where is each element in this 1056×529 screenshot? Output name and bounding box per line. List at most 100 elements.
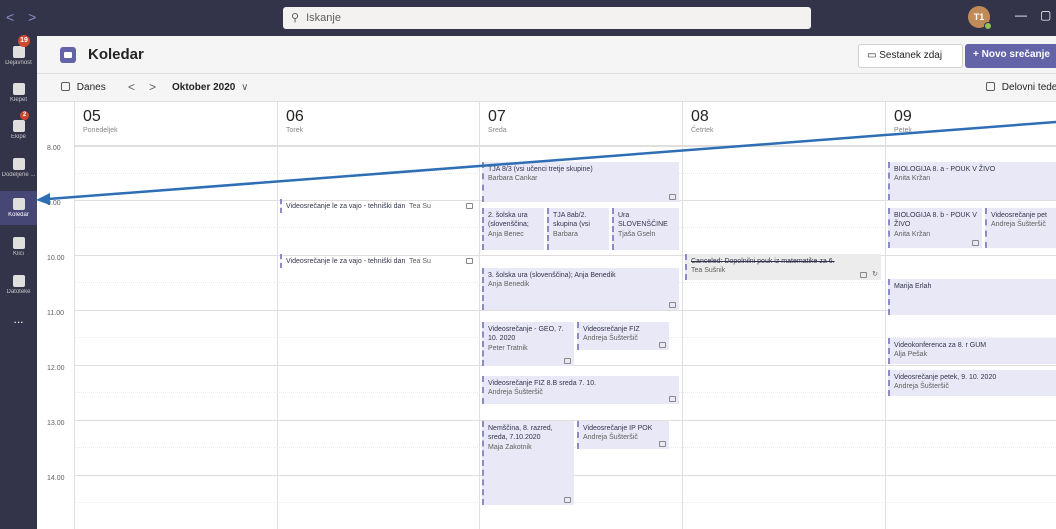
activity-badge: 19 xyxy=(18,35,30,47)
search-icon: ⚲ xyxy=(291,12,300,24)
calendar-event[interactable]: Ura SLOVENŠČINE Tjaša Gseln xyxy=(612,208,679,250)
calendar-event[interactable]: Videosrečanje petek, 9. 10. 2020 Andreja… xyxy=(888,370,1056,396)
chat-icon xyxy=(12,83,25,95)
time-label: 12.00 xyxy=(47,365,65,372)
history-nav: < > xyxy=(6,9,46,25)
event-title: Videosrečanje - GEO, 7. 10. 2020 xyxy=(488,326,564,343)
meeting-icon xyxy=(466,203,473,209)
meeting-icon xyxy=(669,302,676,308)
view-switcher[interactable]: Delovni teden xyxy=(986,82,1056,93)
event-organizer: Andreja Šušteršič xyxy=(488,389,543,397)
day-name: Četrtek xyxy=(691,127,714,134)
calendar-event[interactable]: 2. šolska ura (slovenščina; Anja Benec xyxy=(482,208,544,250)
calendar-event[interactable]: Videosrečanje le za vajo - tehniški dan … xyxy=(280,254,476,268)
calendar-header: Koledar ▭ Sestanek zdaj + Novo srečanje xyxy=(37,36,1056,74)
calendar-icon xyxy=(12,198,25,210)
day-name: Torek xyxy=(286,127,304,134)
event-organizer: Tea Sušnik xyxy=(691,267,726,275)
meet-now-label: Sestanek zdaj xyxy=(879,50,943,61)
search-input[interactable]: ⚲ Iskanje xyxy=(283,7,811,29)
assignments-icon xyxy=(12,158,25,170)
day-header-thu[interactable]: 08 Četrtek xyxy=(683,102,886,146)
day-header-wed[interactable]: 07 Sreda xyxy=(480,102,683,146)
calendar-event[interactable]: Videosrečanje pet Andreja Šušteršič xyxy=(985,208,1056,248)
month-label: Oktober 2020 xyxy=(172,82,236,93)
month-picker[interactable]: Oktober 2020 ∨ xyxy=(172,82,248,93)
calendar-event[interactable]: Nemščina, 8. razred, sreda, 7.10.2020 Ma… xyxy=(482,421,574,505)
canceled-event[interactable]: Canceled: Dopolnilni pouk iz matematike … xyxy=(685,254,881,280)
calendar-event[interactable]: TJA 8ab/2. skupina (vsi Barbara xyxy=(547,208,609,250)
calendar-grid: 05 Ponedeljek 06 Torek 07 Sreda 08 Četrt… xyxy=(37,102,1056,529)
calendar-event[interactable]: Videosrečanje FIZ Andreja Šušteršič xyxy=(577,322,669,350)
maximize-button[interactable]: ▢ xyxy=(1040,8,1051,22)
event-title: Videokonferenca za 8. r GUM xyxy=(894,342,987,349)
rail-item-calls[interactable]: Klici xyxy=(0,232,37,262)
event-organizer: Anita Kržan xyxy=(894,175,931,183)
search-placeholder: Iskanje xyxy=(306,12,341,24)
calendar-event[interactable]: BIOLOGIJA 8. b - POUK V ŽIVO Anita Kržan xyxy=(888,208,982,248)
meeting-icon xyxy=(669,194,676,200)
today-icon xyxy=(61,82,70,91)
today-button[interactable]: Danes xyxy=(61,82,106,93)
calendar-event[interactable]: Videosrečanje IP POK Andreja Šušteršič xyxy=(577,421,669,449)
next-week-button[interactable]: > xyxy=(149,80,156,94)
event-organizer: Barbara xyxy=(553,230,578,238)
meet-now-button[interactable]: ▭ Sestanek zdaj xyxy=(858,44,963,68)
title-bar: < > ⚲ Iskanje T1 — ▢ xyxy=(0,0,1056,36)
event-title: Canceled: Dopolnilni pouk iz matematike … xyxy=(691,258,835,265)
calendar-event[interactable]: Videosrečanje FIZ 8.B sreda 7. 10. Andre… xyxy=(482,376,679,404)
time-label: 10.00 xyxy=(47,255,65,262)
minimize-button[interactable]: — xyxy=(1015,8,1027,22)
new-meeting-button[interactable]: + Novo srečanje xyxy=(965,44,1056,68)
calendar-event[interactable]: BIOLOGIJA 8. a - POUK V ŽIVO Anita Kržan xyxy=(888,162,1056,200)
meeting-icon xyxy=(972,240,979,246)
event-title: 3. šolska ura (slovenščina); Anja Benedi… xyxy=(488,272,616,279)
time-label: 8.00 xyxy=(47,145,61,152)
event-title: 2. šolska ura (slovenščina; xyxy=(488,212,529,229)
rail-item-teams[interactable]: 2 Ekipe xyxy=(0,111,37,146)
rail-item-files[interactable]: Datoteke xyxy=(0,270,37,300)
calendar-event[interactable]: Videosrečanje - GEO, 7. 10. 2020 Peter T… xyxy=(482,322,574,366)
rail-item-label: Dejavnost xyxy=(5,60,32,66)
day-name: Sreda xyxy=(488,127,507,134)
time-label: 14.00 xyxy=(47,475,65,482)
day-header-mon[interactable]: 05 Ponedeljek xyxy=(75,102,278,146)
event-title: Ura SLOVENŠČINE xyxy=(618,212,668,229)
rail-item-activity[interactable]: 19 Dejavnost xyxy=(0,35,37,72)
event-organizer: Tjaša Gseln xyxy=(618,230,656,238)
recurring-icon: ↻ xyxy=(872,270,878,278)
meeting-icon xyxy=(564,358,571,364)
day-number: 05 xyxy=(83,108,101,125)
presence-status-icon xyxy=(984,22,992,30)
avatar[interactable]: T1 xyxy=(968,6,992,30)
day-header-tue[interactable]: 06 Torek xyxy=(278,102,480,146)
rail-item-assignments[interactable]: Dodeljene ... xyxy=(0,152,37,184)
time-label: 9.00 xyxy=(47,200,61,207)
day-name: Ponedeljek xyxy=(83,127,118,134)
teams-badge: 2 xyxy=(20,111,29,120)
prev-week-button[interactable]: < xyxy=(128,80,135,94)
back-button[interactable]: < xyxy=(6,9,14,25)
calendar-event[interactable]: 3. šolska ura (slovenščina); Anja Benedi… xyxy=(482,268,679,310)
rail-item-chat[interactable]: Klepet xyxy=(0,78,37,108)
rail-item-label: Ekipe xyxy=(10,134,26,140)
event-title: Videosrečanje IP POK xyxy=(583,425,653,432)
calendar-event[interactable]: Videokonferenca za 8. r GUM Alja Pešak xyxy=(888,338,1056,364)
day-number: 06 xyxy=(286,108,304,125)
teams-icon xyxy=(12,120,25,132)
rail-item-label: Klici xyxy=(12,251,24,257)
event-title: Marija Erlah xyxy=(894,283,932,290)
meeting-icon xyxy=(659,342,666,348)
time-label: 13.00 xyxy=(47,420,65,427)
forward-button[interactable]: > xyxy=(28,9,36,25)
event-organizer: Andreja Šušteršič xyxy=(583,335,638,343)
calendar-event[interactable]: Marija Erlah xyxy=(888,279,1056,315)
rail-item-calendar[interactable]: Koledar xyxy=(0,191,37,225)
day-header-fri[interactable]: 09 Petek xyxy=(886,102,1056,146)
view-label: Delovni teden xyxy=(1001,82,1056,93)
rail-item-label: Koledar xyxy=(8,212,29,218)
calendar-event[interactable]: TJA 8/3 (vsi učenci tretje skupine) Barb… xyxy=(482,162,679,202)
event-organizer: Andreja Šušteršič xyxy=(991,221,1046,229)
calendar-event[interactable]: Videosrečanje le za vajo - tehniški dan … xyxy=(280,199,476,213)
more-apps-button[interactable]: ... xyxy=(0,312,37,332)
